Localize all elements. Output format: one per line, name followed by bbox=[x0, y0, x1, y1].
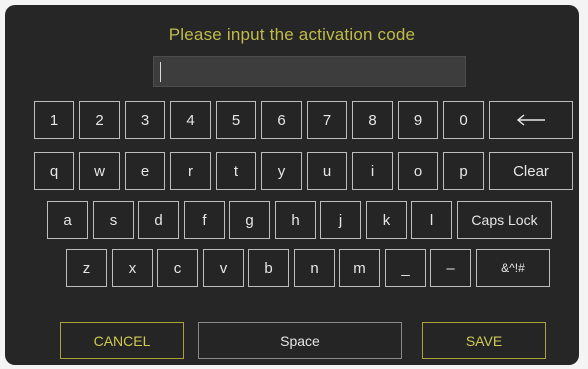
key-l[interactable]: l bbox=[411, 201, 452, 239]
symbols-key[interactable]: &^!# bbox=[476, 249, 550, 287]
key-t[interactable]: t bbox=[216, 152, 256, 190]
key-f[interactable]: f bbox=[184, 201, 225, 239]
keyboard-dialog: Please input the activation code 1 2 3 4… bbox=[5, 5, 579, 365]
key-z[interactable]: z bbox=[66, 249, 107, 287]
key-a[interactable]: a bbox=[47, 201, 88, 239]
key-w[interactable]: w bbox=[79, 152, 120, 190]
key-9[interactable]: 9 bbox=[398, 101, 438, 139]
key-b[interactable]: b bbox=[248, 249, 289, 287]
left-arrow-icon bbox=[516, 114, 545, 126]
key-k[interactable]: k bbox=[366, 201, 407, 239]
key-dash[interactable]: – bbox=[430, 249, 471, 287]
caps-lock-key[interactable]: Caps Lock bbox=[457, 201, 552, 239]
clear-key[interactable]: Clear bbox=[489, 152, 573, 190]
key-0[interactable]: 0 bbox=[443, 101, 484, 139]
key-j[interactable]: j bbox=[320, 201, 361, 239]
key-4[interactable]: 4 bbox=[170, 101, 211, 139]
key-n[interactable]: n bbox=[294, 249, 335, 287]
cancel-button[interactable]: CANCEL bbox=[60, 322, 184, 359]
text-caret bbox=[160, 62, 161, 82]
key-3[interactable]: 3 bbox=[125, 101, 165, 139]
key-underscore[interactable]: _ bbox=[385, 249, 426, 287]
key-7[interactable]: 7 bbox=[307, 101, 347, 139]
save-button[interactable]: SAVE bbox=[422, 322, 546, 359]
key-m[interactable]: m bbox=[339, 249, 380, 287]
activation-code-input[interactable] bbox=[153, 56, 466, 87]
key-u[interactable]: u bbox=[307, 152, 347, 190]
key-d[interactable]: d bbox=[138, 201, 179, 239]
key-y[interactable]: y bbox=[261, 152, 302, 190]
backspace-key[interactable] bbox=[489, 101, 573, 139]
key-o[interactable]: o bbox=[398, 152, 438, 190]
key-h[interactable]: h bbox=[275, 201, 316, 239]
key-s[interactable]: s bbox=[93, 201, 134, 239]
dialog-title: Please input the activation code bbox=[168, 25, 416, 44]
key-2[interactable]: 2 bbox=[79, 101, 120, 139]
key-6[interactable]: 6 bbox=[261, 101, 302, 139]
key-r[interactable]: r bbox=[170, 152, 211, 190]
key-5[interactable]: 5 bbox=[216, 101, 256, 139]
key-c[interactable]: c bbox=[157, 249, 198, 287]
key-g[interactable]: g bbox=[229, 201, 270, 239]
key-v[interactable]: v bbox=[203, 249, 244, 287]
key-8[interactable]: 8 bbox=[352, 101, 393, 139]
key-x[interactable]: x bbox=[112, 249, 153, 287]
key-q[interactable]: q bbox=[34, 152, 74, 190]
space-key[interactable]: Space bbox=[198, 322, 402, 359]
key-i[interactable]: i bbox=[352, 152, 393, 190]
key-p[interactable]: p bbox=[443, 152, 484, 190]
key-e[interactable]: e bbox=[125, 152, 165, 190]
key-1[interactable]: 1 bbox=[34, 101, 74, 139]
